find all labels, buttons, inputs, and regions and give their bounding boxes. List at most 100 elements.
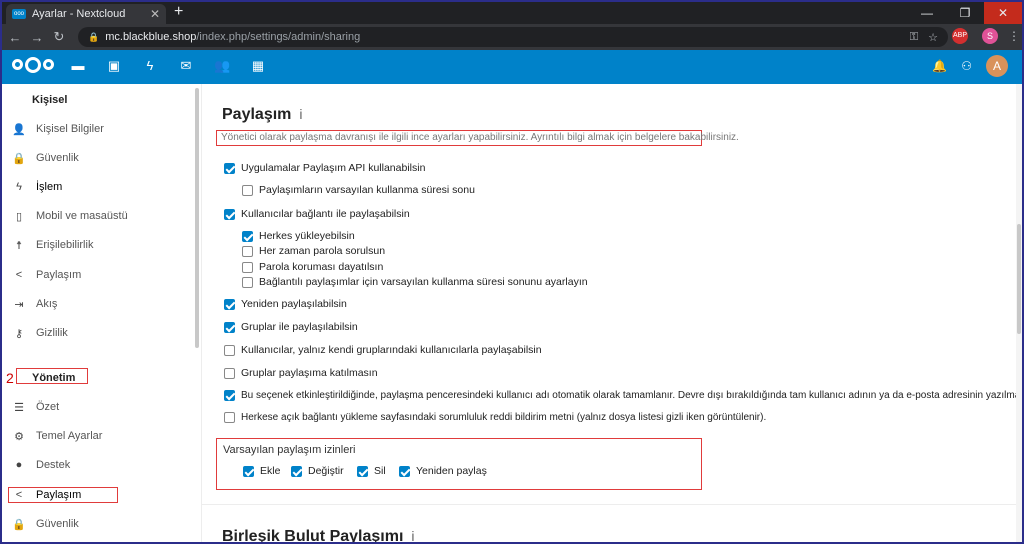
sidebar-item-flow[interactable]: ⇥ Akış bbox=[2, 293, 198, 315]
adblock-extension-icon[interactable]: ABP bbox=[952, 28, 968, 44]
checkbox[interactable] bbox=[242, 230, 253, 242]
sidebar-item-sharing-admin[interactable]: < Paylaşım bbox=[2, 484, 198, 506]
perm-delete[interactable]: Sil bbox=[357, 465, 386, 477]
option-link-expiry[interactable]: Bağlantılı paylaşımlar için varsayılan k… bbox=[242, 276, 588, 288]
key-icon: ⚷ bbox=[14, 327, 24, 340]
menu-kebab-icon[interactable]: ⋮ bbox=[1008, 29, 1020, 43]
contacts-icon[interactable]: 👥 bbox=[214, 59, 230, 73]
checkbox[interactable] bbox=[224, 208, 235, 220]
sidebar-item-sharing-personal[interactable]: < Paylaşım bbox=[2, 264, 198, 286]
sidebar-item-privacy[interactable]: ⚷ Gizlilik bbox=[2, 322, 198, 344]
checkbox[interactable] bbox=[224, 367, 235, 379]
sidebar-item-label: Güvenlik bbox=[36, 518, 79, 530]
calendar-icon[interactable]: ▦ bbox=[250, 59, 266, 73]
browser-tabstrip: ooo Ayarlar - Nextcloud ✕ + — ❐ ✕ bbox=[2, 2, 1022, 24]
option-label: Paylaşımların varsayılan kullanma süresi… bbox=[259, 184, 475, 196]
sidebar-item-security[interactable]: 🔒 Güvenlik bbox=[2, 147, 198, 169]
maximize-icon[interactable]: ❐ bbox=[946, 2, 984, 24]
option-label: Bağlantılı paylaşımlar için varsayılan k… bbox=[259, 276, 588, 288]
sidebar-item-activity[interactable]: ϟ İşlem bbox=[2, 176, 198, 198]
address-bar[interactable]: 🔒 mc.blackblue.shop /index.php/settings/… bbox=[78, 27, 948, 47]
forward-icon[interactable]: → bbox=[26, 30, 48, 45]
browser-tab[interactable]: ooo Ayarlar - Nextcloud ✕ bbox=[6, 4, 166, 24]
checkbox[interactable] bbox=[242, 276, 253, 288]
checkbox[interactable] bbox=[224, 412, 235, 423]
checkbox[interactable] bbox=[242, 261, 253, 273]
mail-icon[interactable]: ✉ bbox=[178, 59, 194, 73]
perm-create[interactable]: Ekle bbox=[243, 465, 280, 477]
reload-icon[interactable]: ↻ bbox=[48, 29, 70, 45]
lock-icon: 🔒 bbox=[12, 518, 26, 531]
app-menu: ▬ ▣ ϟ ✉ 👥 ▦ bbox=[70, 59, 266, 73]
star-icon[interactable]: ☆ bbox=[928, 31, 938, 44]
user-avatar[interactable]: A bbox=[986, 55, 1008, 77]
option-link-sharing[interactable]: Kullanıcılar bağlantı ile paylaşabilsin bbox=[224, 208, 410, 220]
perm-label: Değiştir bbox=[308, 465, 344, 477]
checkbox[interactable] bbox=[224, 162, 235, 174]
sidebar-item-label: Özet bbox=[36, 401, 60, 413]
perm-update[interactable]: Değiştir bbox=[291, 465, 344, 477]
list-icon: ☰ bbox=[14, 401, 24, 414]
option-group-sharing[interactable]: Gruplar ile paylaşılabilsin bbox=[224, 321, 358, 333]
sidebar-item-basic-settings[interactable]: ⚙ Temel Ayarlar bbox=[2, 425, 198, 447]
perm-label: Ekle bbox=[260, 465, 281, 477]
activity-icon[interactable]: ϟ bbox=[142, 59, 158, 73]
option-resharing[interactable]: Yeniden paylaşılabilsin bbox=[224, 298, 347, 310]
option-api-sharing[interactable]: Uygulamalar Paylaşım API kullanabilsin bbox=[224, 162, 425, 174]
key-icon[interactable]: ⚿ bbox=[910, 31, 918, 44]
window-close-icon[interactable]: ✕ bbox=[984, 2, 1022, 24]
option-disclaimer[interactable]: Herkese açık bağlantı yükleme sayfasında… bbox=[224, 412, 766, 423]
sidebar-item-mobile-desktop[interactable]: ▯ Mobil ve masaüstü bbox=[2, 205, 198, 227]
checkbox[interactable] bbox=[243, 465, 254, 477]
checkbox[interactable] bbox=[357, 465, 368, 477]
sidebar-item-support[interactable]: ● Destek bbox=[2, 454, 198, 476]
sidebar-item-security-admin[interactable]: 🔒 Güvenlik bbox=[2, 513, 198, 535]
main-scrollbar[interactable] bbox=[1016, 84, 1022, 542]
perm-label: Sil bbox=[374, 465, 386, 477]
option-default-expiry[interactable]: Paylaşımların varsayılan kullanma süresi… bbox=[242, 184, 475, 196]
minimize-icon[interactable]: — bbox=[908, 2, 946, 24]
option-autocomplete[interactable]: Bu seçenek etkinleştirildiğinde, paylaşm… bbox=[224, 390, 1022, 401]
checkbox[interactable] bbox=[242, 245, 253, 257]
new-tab-button[interactable]: + bbox=[174, 3, 183, 21]
notifications-icon[interactable]: 🔔 bbox=[932, 59, 947, 73]
personal-heading: Kişisel bbox=[32, 94, 68, 106]
back-icon[interactable]: ← bbox=[4, 30, 26, 45]
gear-icon: ⚙ bbox=[14, 430, 24, 443]
sidebar-item-label: Paylaşım bbox=[36, 489, 82, 501]
tab-close-icon[interactable]: ✕ bbox=[150, 7, 160, 21]
default-permissions-box: Varsayılan paylaşım izinleri Ekle Değişt… bbox=[216, 438, 702, 490]
sidebar-item-overview[interactable]: ☰ Özet bbox=[2, 396, 198, 418]
option-label: Kullanıcılar bağlantı ile paylaşabilsin bbox=[241, 208, 410, 220]
option-ask-password[interactable]: Her zaman parola sorulsun bbox=[242, 245, 385, 257]
accessibility-icon: ☨ bbox=[16, 239, 22, 252]
info-icon[interactable]: i bbox=[411, 528, 414, 542]
sidebar-item-label: Akış bbox=[36, 298, 58, 310]
option-restrict-groups[interactable]: Kullanıcılar, yalnız kendi gruplarındaki… bbox=[224, 344, 542, 356]
section-divider bbox=[202, 504, 1022, 505]
option-enforce-password[interactable]: Parola koruması dayatılsın bbox=[242, 261, 383, 273]
checkbox[interactable] bbox=[399, 465, 410, 477]
checkbox[interactable] bbox=[291, 465, 302, 477]
sidebar-item-accessibility[interactable]: ☨ Erişilebilirlik bbox=[2, 234, 198, 256]
contacts-menu-icon[interactable]: ⚇ bbox=[961, 59, 972, 73]
checkbox[interactable] bbox=[224, 344, 235, 356]
perm-reshare[interactable]: Yeniden paylaş bbox=[399, 465, 487, 477]
checkbox[interactable] bbox=[224, 321, 235, 333]
perm-label: Yeniden paylaş bbox=[416, 465, 487, 477]
photos-icon[interactable]: ▣ bbox=[106, 59, 122, 73]
files-icon[interactable]: ▬ bbox=[70, 59, 86, 73]
checkbox[interactable] bbox=[242, 184, 253, 196]
profile-avatar[interactable]: S bbox=[982, 28, 998, 44]
chat-icon: ● bbox=[15, 459, 23, 471]
checkbox[interactable] bbox=[224, 390, 235, 401]
option-public-upload[interactable]: Herkes yükleyebilsin bbox=[242, 230, 355, 242]
sharing-description[interactable]: Yönetici olarak paylaşma davranışı ile i… bbox=[216, 130, 739, 146]
info-icon[interactable]: i bbox=[299, 106, 302, 122]
sidebar-item-personal-info[interactable]: 👤 Kişisel Bilgiler bbox=[2, 118, 198, 140]
option-exclude-groups[interactable]: Gruplar paylaşıma katılmasın bbox=[224, 367, 378, 379]
permissions-title: Varsayılan paylaşım izinleri bbox=[223, 444, 356, 456]
screenshot-frame: ooo Ayarlar - Nextcloud ✕ + — ❐ ✕ ← → ↻ … bbox=[0, 0, 1024, 544]
checkbox[interactable] bbox=[224, 298, 235, 310]
nextcloud-logo-icon[interactable] bbox=[12, 57, 54, 73]
